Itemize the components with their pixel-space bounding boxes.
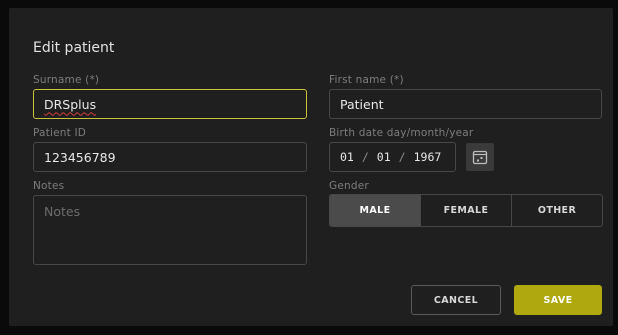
patient-id-value: 123456789 [44,149,116,165]
first-name-field[interactable]: Patient [329,89,602,119]
gender-selector: MALE FEMALE OTHER [329,194,603,227]
calendar-icon [472,150,488,165]
surname-label: Surname (*) [33,74,100,86]
gender-option-female[interactable]: FEMALE [420,195,511,226]
screen-backdrop: Edit patient Surname (*) DRSplus First n… [0,0,618,335]
first-name-value: Patient [340,96,384,112]
birth-date-label: Birth date day/month/year [329,127,474,139]
date-separator: / [361,150,369,164]
gender-option-other[interactable]: OTHER [511,195,602,226]
edit-patient-dialog: Edit patient Surname (*) DRSplus First n… [9,8,613,326]
save-button[interactable]: SAVE [514,285,602,315]
notes-placeholder: Notes [44,204,81,219]
dialog-title: Edit patient [33,40,115,56]
surname-field[interactable]: DRSplus [33,89,307,119]
date-separator: / [398,150,406,164]
gender-label: Gender [329,180,369,192]
surname-value: DRSplus [44,96,97,112]
patient-id-label: Patient ID [33,127,87,139]
birth-date-field[interactable]: 01 / 01 / 1967 [329,142,456,172]
cancel-button[interactable]: CANCEL [411,285,501,315]
birth-year-value[interactable]: 1967 [414,150,442,164]
birth-day-value[interactable]: 01 [340,150,354,164]
gender-option-male[interactable]: MALE [330,195,420,226]
patient-id-field[interactable]: 123456789 [33,142,307,172]
birth-month-value[interactable]: 01 [377,150,391,164]
first-name-label: First name (*) [329,74,404,86]
notes-textarea[interactable]: Notes [33,195,307,265]
date-picker-button[interactable] [466,143,494,171]
notes-label: Notes [33,180,65,192]
